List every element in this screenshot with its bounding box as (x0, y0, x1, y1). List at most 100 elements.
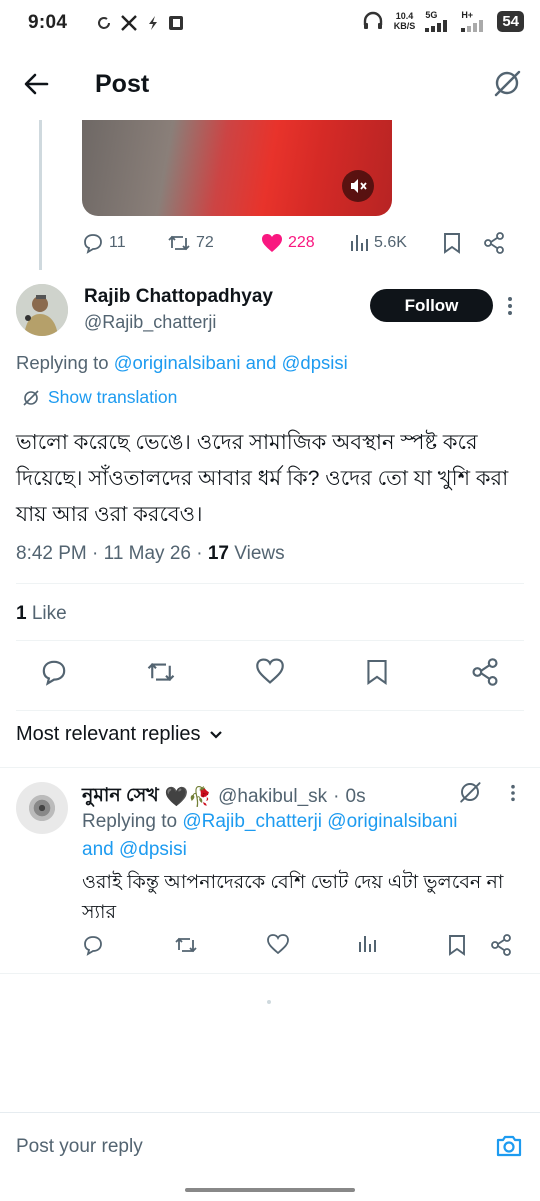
bookmark-button[interactable] (448, 934, 466, 956)
reply-icon (42, 660, 66, 686)
repost-button[interactable] (174, 934, 198, 956)
replies-sort-dropdown[interactable]: Most relevant replies (16, 723, 223, 746)
network-speed: 10.4 KB/S (393, 11, 416, 31)
status-system-icons: 10.4 KB/S 5G H+ 54 (362, 10, 524, 32)
tweet-meta: 8:42 PM · 11 May 26 · 17 Views (16, 543, 285, 564)
reply-text: ওরাই কিন্তু আপনাদেরকে বেশি ভোট দেয় এটা … (82, 872, 504, 923)
grok-icon (494, 70, 521, 97)
reply-time: 0s (345, 786, 366, 807)
grok-button[interactable] (458, 780, 482, 804)
repost-icon (147, 662, 175, 682)
arrow-left-icon (24, 73, 49, 95)
tweet-time: 8:42 PM (16, 543, 87, 564)
tweet-actions (16, 658, 524, 692)
like-button[interactable] (256, 658, 284, 684)
divider (0, 767, 540, 768)
reply-button[interactable] (40, 658, 68, 686)
share-button[interactable] (483, 232, 505, 254)
bookmark-button[interactable] (443, 232, 483, 254)
heart-icon (256, 658, 284, 684)
back-button[interactable] (22, 70, 50, 98)
reply-count: 11 (109, 234, 126, 251)
chevron-down-icon (209, 730, 222, 739)
gesture-navigation-bar (185, 1188, 355, 1192)
repost-icon (175, 937, 197, 953)
reply-replying-to: Replying to @Rajib_chatterji @originalsi… (82, 811, 458, 860)
sync-icon (98, 17, 110, 29)
status-notification-icons (96, 14, 184, 32)
grok-icon (23, 389, 39, 406)
repost-icon (168, 235, 190, 251)
heart-icon (267, 934, 289, 954)
mention-link[interactable]: @Rajib_chatterji @originalsibani (182, 811, 457, 832)
show-translation-button[interactable]: Show translation (22, 387, 177, 408)
grok-button[interactable] (492, 68, 522, 98)
like-count: 228 (288, 234, 315, 251)
signal-sim2: H+ (461, 10, 487, 32)
author-handle[interactable]: @Rajib_chatterji (84, 312, 216, 333)
share-icon (484, 232, 504, 254)
divider (0, 973, 540, 974)
reply-actions (82, 934, 522, 964)
views-button[interactable]: 5.6K (349, 233, 443, 253)
divider (16, 710, 524, 711)
likes-summary[interactable]: 1 Like (16, 603, 67, 625)
page-title: Post (95, 70, 150, 98)
replies-sort-label: Most relevant replies (16, 723, 201, 745)
reply-more-options-button[interactable] (510, 784, 516, 802)
share-button[interactable] (490, 934, 512, 956)
share-icon (491, 934, 511, 956)
signal-bars-icon (425, 20, 448, 32)
views-count: 5.6K (374, 234, 407, 251)
reply-icon (84, 234, 102, 254)
flash-icon (149, 16, 157, 30)
reply-button[interactable] (82, 934, 104, 956)
tweet-views-count: 17 (207, 543, 229, 564)
repost-button[interactable]: 72 (167, 232, 261, 254)
reply-author-avatar[interactable] (16, 782, 68, 834)
mention-link[interactable]: @originalsibani (114, 352, 241, 373)
author-name[interactable]: Rajib Chattopadhyay (84, 286, 273, 308)
mention-link[interactable]: @dpsisi (119, 839, 187, 860)
more-vertical-icon (511, 784, 515, 802)
signal-sim1: 5G (425, 10, 451, 32)
parent-tweet-actions: 11 72 228 5.6K (82, 228, 522, 258)
mute-button[interactable] (342, 170, 374, 202)
headphones-icon (363, 11, 382, 29)
divider (16, 640, 524, 641)
share-icon (472, 658, 498, 686)
views-button[interactable] (357, 934, 377, 954)
follow-button[interactable]: Follow (370, 289, 493, 322)
tweet-text: ভালো করেছে ভেঙে। ওদের সামাজিক অবস্থান স্… (16, 431, 509, 526)
thread-connector-line (39, 120, 42, 270)
x-logo-icon (121, 15, 137, 31)
app-icon (169, 16, 183, 30)
reply-author-handle[interactable]: @hakibul_sk (218, 786, 327, 808)
battery-indicator: 54 (497, 10, 524, 32)
tweet-date: 11 May 26 (103, 543, 191, 564)
grok-icon (460, 782, 481, 803)
reply-button[interactable]: 11 (82, 232, 167, 254)
like-button[interactable]: 228 (261, 233, 349, 253)
like-button[interactable] (267, 934, 289, 954)
author-avatar[interactable] (16, 284, 68, 336)
heart-filled-icon (262, 234, 282, 252)
reply-author-emoji: 🖤🥀 (164, 787, 213, 808)
volume-mute-icon (351, 179, 367, 193)
divider (16, 583, 524, 584)
reply-icon (84, 936, 102, 956)
more-options-button[interactable] (507, 296, 513, 316)
bookmark-icon (367, 659, 387, 686)
mention-link[interactable]: @dpsisi (282, 352, 348, 373)
avatar-photo (16, 284, 68, 336)
views-chart-icon (351, 235, 368, 251)
share-button[interactable] (471, 658, 499, 686)
views-chart-icon (359, 936, 376, 952)
repost-button[interactable] (146, 658, 176, 686)
repost-count: 72 (196, 234, 214, 251)
bookmark-icon (444, 233, 460, 254)
reply-input[interactable]: Post your reply (16, 1136, 143, 1158)
bookmark-button[interactable] (366, 658, 388, 686)
camera-button[interactable] (495, 1133, 523, 1159)
replying-to: Replying to @originalsibani and @dpsisi (16, 352, 348, 373)
